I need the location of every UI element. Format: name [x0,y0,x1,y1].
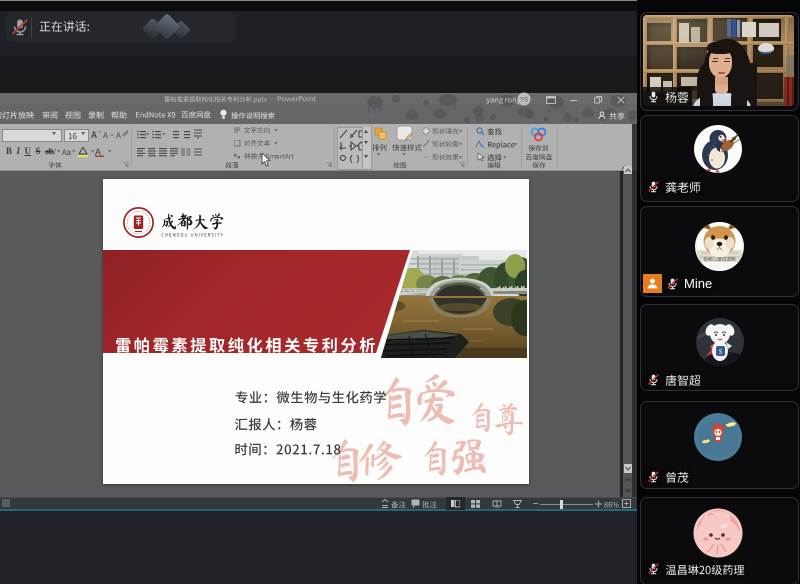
svg-text:A: A [95,147,101,157]
svg-text:$: $ [719,348,723,356]
svg-text:YS: YS [520,98,528,104]
